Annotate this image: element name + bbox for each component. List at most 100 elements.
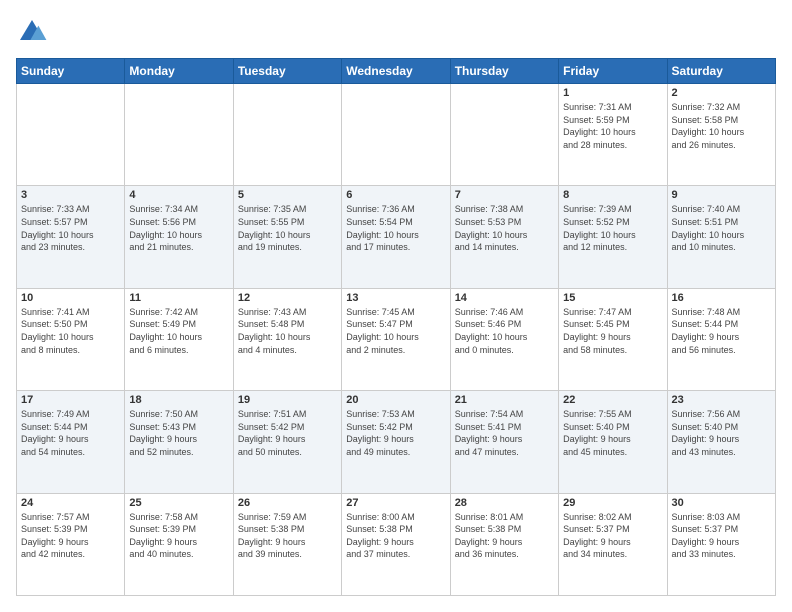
calendar-cell: 24Sunrise: 7:57 AM Sunset: 5:39 PM Dayli… [17, 493, 125, 595]
calendar-cell: 17 Sunrise: 7:49 AM Sunset: 5:44 PM Dayli… [17, 391, 125, 493]
day-number: 17 [21, 394, 120, 406]
calendar-cell: 18Sunrise: 7:50 AM Sunset: 5:43 PM Dayli… [125, 391, 233, 493]
day-number: 12 [238, 292, 337, 304]
calendar-cell: 14Sunrise: 7:46 AM Sunset: 5:46 PM Dayli… [450, 288, 558, 390]
day-number: 8 [563, 189, 662, 201]
day-info: Sunrise: 7:40 AM Sunset: 5:51 PM Dayligh… [672, 203, 771, 253]
weekday-header-friday: Friday [559, 59, 667, 84]
calendar-cell: 28 Sunrise: 8:01 AM Sunset: 5:38 PM Dayli… [450, 493, 558, 595]
day-info: Sunrise: 7:51 AM Sunset: 5:42 PM Dayligh… [238, 408, 337, 458]
day-info: Sunrise: 7:36 AM Sunset: 5:54 PM Dayligh… [346, 203, 445, 253]
day-info: Sunrise: 7:32 AM Sunset: 5:58 PM Dayligh… [672, 101, 771, 151]
day-info: Sunrise: 7:38 AM Sunset: 5:53 PM Dayligh… [455, 203, 554, 253]
week-row-2: 10 Sunrise: 7:41 AM Sunset: 5:50 PM Dayli… [17, 288, 776, 390]
day-info: Sunrise: 7:33 AM Sunset: 5:57 PM Dayligh… [21, 203, 120, 253]
calendar-cell: 30 Sunrise: 8:03 AM Sunset: 5:37 PM Dayli… [667, 493, 775, 595]
day-number: 20 [346, 394, 445, 406]
day-number: 22 [563, 394, 662, 406]
day-number: 21 [455, 394, 554, 406]
weekday-header-thursday: Thursday [450, 59, 558, 84]
week-row-1: 3 Sunrise: 7:33 AM Sunset: 5:57 PM Daylig… [17, 186, 776, 288]
day-number: 24 [21, 497, 120, 509]
calendar-table: SundayMondayTuesdayWednesdayThursdayFrid… [16, 58, 776, 596]
day-number: 18 [129, 394, 228, 406]
day-number: 10 [21, 292, 120, 304]
weekday-header-wednesday: Wednesday [342, 59, 450, 84]
day-number: 19 [238, 394, 337, 406]
calendar-cell: 26Sunrise: 7:59 AM Sunset: 5:38 PM Dayli… [233, 493, 341, 595]
day-number: 29 [563, 497, 662, 509]
day-info: Sunrise: 8:02 AM Sunset: 5:37 PM Dayligh… [563, 511, 662, 561]
day-info: Sunrise: 7:48 AM Sunset: 5:44 PM Dayligh… [672, 306, 771, 356]
day-number: 27 [346, 497, 445, 509]
calendar-cell: 12 Sunrise: 7:43 AM Sunset: 5:48 PM Dayli… [233, 288, 341, 390]
calendar-cell: 29 Sunrise: 8:02 AM Sunset: 5:37 PM Dayli… [559, 493, 667, 595]
day-info: Sunrise: 7:41 AM Sunset: 5:50 PM Dayligh… [21, 306, 120, 356]
day-number: 30 [672, 497, 771, 509]
calendar-cell: 6 Sunrise: 7:36 AM Sunset: 5:54 PM Daylig… [342, 186, 450, 288]
weekday-header-monday: Monday [125, 59, 233, 84]
calendar-cell: 13 Sunrise: 7:45 AM Sunset: 5:47 PM Dayli… [342, 288, 450, 390]
week-row-3: 17 Sunrise: 7:49 AM Sunset: 5:44 PM Dayli… [17, 391, 776, 493]
day-number: 11 [129, 292, 228, 304]
day-info: Sunrise: 7:35 AM Sunset: 5:55 PM Dayligh… [238, 203, 337, 253]
day-info: Sunrise: 7:31 AM Sunset: 5:59 PM Dayligh… [563, 101, 662, 151]
day-number: 9 [672, 189, 771, 201]
day-info: Sunrise: 8:01 AM Sunset: 5:38 PM Dayligh… [455, 511, 554, 561]
day-info: Sunrise: 8:03 AM Sunset: 5:37 PM Dayligh… [672, 511, 771, 561]
day-info: Sunrise: 7:59 AM Sunset: 5:38 PM Dayligh… [238, 511, 337, 561]
page: SundayMondayTuesdayWednesdayThursdayFrid… [0, 0, 792, 612]
calendar-cell [342, 84, 450, 186]
day-number: 25 [129, 497, 228, 509]
day-info: Sunrise: 7:42 AM Sunset: 5:49 PM Dayligh… [129, 306, 228, 356]
day-info: Sunrise: 7:55 AM Sunset: 5:40 PM Dayligh… [563, 408, 662, 458]
calendar-cell: 3 Sunrise: 7:33 AM Sunset: 5:57 PM Daylig… [17, 186, 125, 288]
calendar-cell: 22 Sunrise: 7:55 AM Sunset: 5:40 PM Dayli… [559, 391, 667, 493]
day-info: Sunrise: 8:00 AM Sunset: 5:38 PM Dayligh… [346, 511, 445, 561]
calendar-cell [17, 84, 125, 186]
calendar-cell: 2 Sunrise: 7:32 AM Sunset: 5:58 PM Daylig… [667, 84, 775, 186]
week-row-0: 1 Sunrise: 7:31 AM Sunset: 5:59 PM Daylig… [17, 84, 776, 186]
calendar-cell: 11 Sunrise: 7:42 AM Sunset: 5:49 PM Dayli… [125, 288, 233, 390]
day-number: 13 [346, 292, 445, 304]
calendar-cell: 5 Sunrise: 7:35 AM Sunset: 5:55 PM Daylig… [233, 186, 341, 288]
day-number: 1 [563, 87, 662, 99]
day-number: 23 [672, 394, 771, 406]
day-info: Sunrise: 7:58 AM Sunset: 5:39 PM Dayligh… [129, 511, 228, 561]
day-number: 4 [129, 189, 228, 201]
day-number: 7 [455, 189, 554, 201]
day-info: Sunrise: 7:43 AM Sunset: 5:48 PM Dayligh… [238, 306, 337, 356]
header [16, 16, 776, 48]
calendar-cell: 27 Sunrise: 8:00 AM Sunset: 5:38 PM Dayli… [342, 493, 450, 595]
day-info: Sunrise: 7:39 AM Sunset: 5:52 PM Dayligh… [563, 203, 662, 253]
calendar-cell [125, 84, 233, 186]
calendar-cell: 20 Sunrise: 7:53 AM Sunset: 5:42 PM Dayli… [342, 391, 450, 493]
calendar-cell: 19 Sunrise: 7:51 AM Sunset: 5:42 PM Dayli… [233, 391, 341, 493]
day-number: 14 [455, 292, 554, 304]
day-number: 3 [21, 189, 120, 201]
calendar-cell: 15Sunrise: 7:47 AM Sunset: 5:45 PM Dayli… [559, 288, 667, 390]
day-number: 15 [563, 292, 662, 304]
calendar-cell: 9 Sunrise: 7:40 AM Sunset: 5:51 PM Daylig… [667, 186, 775, 288]
day-info: Sunrise: 7:45 AM Sunset: 5:47 PM Dayligh… [346, 306, 445, 356]
day-info: Sunrise: 7:56 AM Sunset: 5:40 PM Dayligh… [672, 408, 771, 458]
day-info: Sunrise: 7:53 AM Sunset: 5:42 PM Dayligh… [346, 408, 445, 458]
calendar-cell [450, 84, 558, 186]
calendar-cell: 10 Sunrise: 7:41 AM Sunset: 5:50 PM Dayli… [17, 288, 125, 390]
calendar-cell: 16Sunrise: 7:48 AM Sunset: 5:44 PM Dayli… [667, 288, 775, 390]
calendar-cell: 23 Sunrise: 7:56 AM Sunset: 5:40 PM Dayli… [667, 391, 775, 493]
day-number: 6 [346, 189, 445, 201]
logo [16, 16, 52, 48]
weekday-header-saturday: Saturday [667, 59, 775, 84]
logo-icon [16, 16, 48, 48]
day-number: 28 [455, 497, 554, 509]
calendar-cell [233, 84, 341, 186]
day-number: 5 [238, 189, 337, 201]
day-info: Sunrise: 7:49 AM Sunset: 5:44 PM Dayligh… [21, 408, 120, 458]
day-number: 2 [672, 87, 771, 99]
calendar-cell: 25 Sunrise: 7:58 AM Sunset: 5:39 PM Dayli… [125, 493, 233, 595]
calendar-cell: 7 Sunrise: 7:38 AM Sunset: 5:53 PM Daylig… [450, 186, 558, 288]
calendar-cell: 4Sunrise: 7:34 AM Sunset: 5:56 PM Daylig… [125, 186, 233, 288]
calendar-cell: 1 Sunrise: 7:31 AM Sunset: 5:59 PM Daylig… [559, 84, 667, 186]
weekday-header-row: SundayMondayTuesdayWednesdayThursdayFrid… [17, 59, 776, 84]
